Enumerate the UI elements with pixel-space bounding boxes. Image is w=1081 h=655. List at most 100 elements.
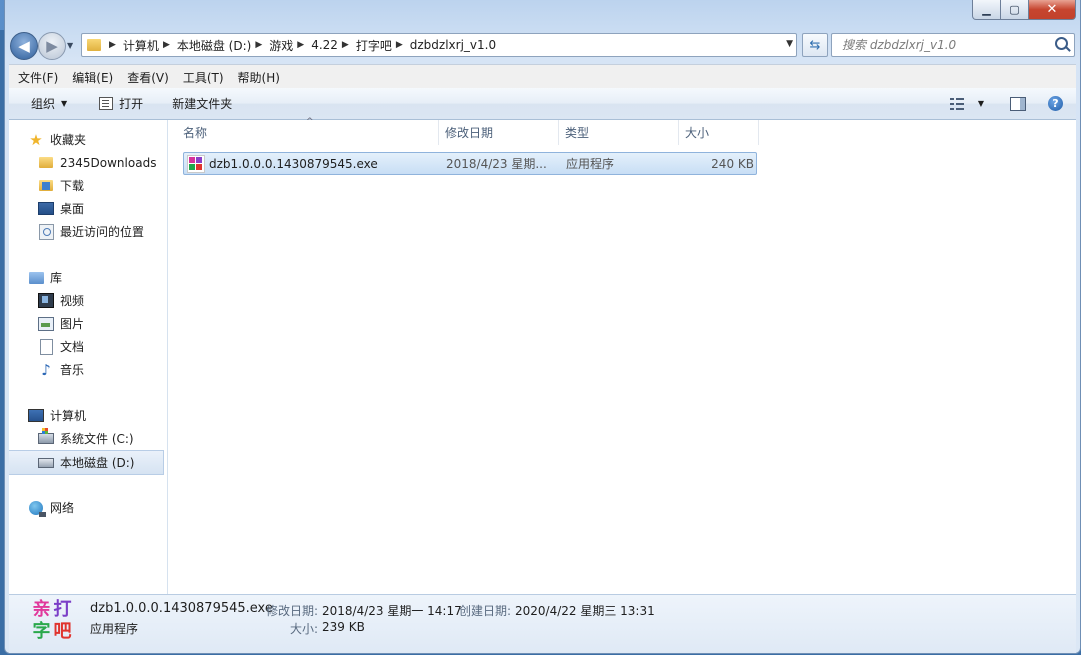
forward-arrow-icon: ▶ bbox=[46, 37, 58, 55]
details-size-value: 239 KB bbox=[322, 620, 365, 634]
nav-item-recent-places[interactable]: 最近访问的位置 bbox=[9, 220, 167, 243]
network-icon bbox=[28, 500, 46, 517]
details-modified-value[interactable]: 2018/4/23 星期一 14:17 bbox=[322, 602, 462, 619]
nav-item-drive-d[interactable]: 本地磁盘 (D:) bbox=[9, 450, 164, 475]
details-view-icon bbox=[949, 97, 964, 110]
column-headers: ^ 名称 修改日期 类型 大小 bbox=[168, 117, 759, 145]
breadcrumb-computer[interactable]: 计算机 ▶ bbox=[123, 37, 177, 54]
sort-ascending-icon: ^ bbox=[306, 117, 314, 127]
downloads-folder-icon bbox=[38, 178, 54, 194]
details-created-value[interactable]: 2020/4/22 星期三 13:31 bbox=[515, 602, 655, 619]
maximize-button[interactable]: ▢ bbox=[1001, 0, 1029, 20]
nav-computer[interactable]: 计算机 bbox=[9, 404, 167, 427]
menu-view[interactable]: 查看(V) bbox=[118, 69, 174, 86]
search-input[interactable] bbox=[840, 34, 1044, 56]
new-folder-label: 新建文件夹 bbox=[172, 97, 233, 111]
file-size-cell: 240 KB bbox=[711, 156, 754, 171]
recent-places-icon bbox=[38, 223, 54, 240]
nav-libraries[interactable]: 库 bbox=[9, 266, 167, 289]
music-icon: ♪ bbox=[41, 360, 51, 379]
chevron-right-icon[interactable]: ▶ bbox=[297, 40, 304, 50]
chevron-right-icon[interactable]: ▶ bbox=[163, 40, 170, 50]
chevron-right-icon[interactable]: ▶ bbox=[342, 40, 349, 50]
chevron-right-icon[interactable]: ▶ bbox=[396, 40, 403, 50]
help-icon[interactable]: ? bbox=[1048, 96, 1063, 111]
folder-icon bbox=[87, 39, 101, 51]
back-arrow-icon: ◀ bbox=[18, 37, 30, 55]
file-type-cell: 应用程序 bbox=[566, 157, 615, 171]
new-folder-button[interactable]: 新建文件夹 bbox=[172, 95, 232, 112]
explorer-window: ▁ ▢ ✕ ◀ ▶ ▼ ▶ 计算机 ▶ 本地磁盘 (D:) ▶ 游戏 ▶ 4.22 ▶ … bbox=[4, 0, 1081, 654]
open-label: 打开 bbox=[119, 97, 144, 111]
breadcrumb-current-folder[interactable]: dzbdzlxrj_v1.0 bbox=[410, 38, 496, 52]
chevron-right-icon[interactable]: ▶ bbox=[255, 40, 262, 50]
preview-pane-icon[interactable] bbox=[1010, 96, 1026, 111]
folder-icon bbox=[38, 155, 54, 171]
address-bar[interactable]: ▶ 计算机 ▶ 本地磁盘 (D:) ▶ 游戏 ▶ 4.22 ▶ 打字吧 ▶ dzbdzlx… bbox=[81, 33, 797, 57]
nav-item-pictures[interactable]: 图片 bbox=[9, 312, 167, 335]
file-modified-cell: 2018/4/23 星期... bbox=[446, 157, 547, 171]
refresh-button[interactable]: ⇆ bbox=[802, 33, 828, 57]
search-box bbox=[831, 33, 1075, 57]
address-history-dropdown[interactable]: ▼ bbox=[786, 39, 793, 49]
nav-item-2345downloads[interactable]: 2345Downloads bbox=[9, 151, 167, 174]
nav-item-music[interactable]: ♪ 音乐 bbox=[9, 358, 167, 381]
details-created-label: 创建日期: bbox=[459, 604, 512, 618]
breadcrumb-games[interactable]: 游戏 ▶ bbox=[269, 37, 311, 54]
recent-pages-dropdown[interactable]: ▼ bbox=[67, 41, 73, 50]
search-icon[interactable] bbox=[1055, 37, 1068, 50]
chevron-down-icon[interactable]: ▼ bbox=[978, 99, 984, 108]
column-header-name[interactable]: ^ 名称 bbox=[168, 117, 439, 145]
close-icon: ✕ bbox=[1046, 2, 1058, 17]
minimize-button[interactable]: ▁ bbox=[972, 0, 1001, 20]
back-button[interactable]: ◀ bbox=[10, 32, 38, 60]
menu-edit[interactable]: 编辑(E) bbox=[63, 69, 118, 86]
nav-item-documents[interactable]: 文档 bbox=[9, 335, 167, 358]
nav-item-drive-c[interactable]: 系统文件 (C:) bbox=[9, 427, 167, 450]
application-icon bbox=[187, 154, 205, 173]
video-icon bbox=[38, 293, 54, 309]
forward-button[interactable]: ▶ bbox=[38, 32, 66, 60]
computer-icon bbox=[28, 408, 44, 424]
breadcrumb-4-22[interactable]: 4.22 ▶ bbox=[311, 38, 356, 52]
star-icon: ★ bbox=[29, 130, 43, 149]
column-header-modified[interactable]: 修改日期 bbox=[439, 120, 559, 145]
app-logo-icon: 亲打 字吧 bbox=[32, 599, 72, 642]
file-list-pane: ^ 名称 修改日期 类型 大小 dzb1.0.0.0.1430879545.ex… bbox=[168, 117, 1076, 594]
change-view-button[interactable]: ▼ bbox=[949, 97, 984, 110]
open-button[interactable]: 打开 bbox=[99, 95, 143, 112]
details-size-label: 大小: bbox=[290, 622, 319, 636]
nav-network[interactable]: 网络 bbox=[9, 496, 167, 519]
organize-button[interactable]: 组织 ▼ bbox=[31, 95, 67, 112]
document-icon bbox=[38, 338, 54, 355]
navigation-pane: ★ 收藏夹 2345Downloads 下载 桌面 最近访问的位置 库 视频 图… bbox=[9, 120, 168, 594]
caption-buttons: ▁ ▢ ✕ bbox=[972, 0, 1076, 20]
details-modified-label: 修改日期: bbox=[266, 604, 319, 618]
system-drive-icon bbox=[38, 428, 54, 447]
file-name-cell: dzb1.0.0.0.1430879545.exe bbox=[184, 153, 440, 174]
menu-file[interactable]: 文件(F) bbox=[9, 69, 63, 86]
desktop-icon bbox=[38, 201, 54, 217]
menu-help[interactable]: 帮助(H) bbox=[229, 69, 285, 86]
breadcrumb-root-arrow[interactable]: ▶ bbox=[105, 40, 123, 50]
maximize-icon: ▢ bbox=[1009, 3, 1020, 16]
details-filetype: 应用程序 bbox=[90, 622, 139, 636]
column-header-type[interactable]: 类型 bbox=[559, 120, 679, 145]
menu-tools[interactable]: 工具(T) bbox=[174, 69, 229, 86]
organize-label: 组织 bbox=[31, 97, 56, 111]
file-row[interactable]: dzb1.0.0.0.1430879545.exe 2018/4/23 星期..… bbox=[183, 152, 757, 175]
command-bar: 组织 ▼ 打开 新建文件夹 ▼ ? bbox=[9, 88, 1076, 120]
close-button[interactable]: ✕ bbox=[1029, 0, 1076, 20]
open-icon bbox=[99, 97, 114, 110]
column-header-size[interactable]: 大小 bbox=[679, 120, 759, 145]
nav-item-downloads[interactable]: 下载 bbox=[9, 174, 167, 197]
nav-item-videos[interactable]: 视频 bbox=[9, 289, 167, 312]
details-pane: 亲打 字吧 dzb1.0.0.0.1430879545.exe 应用程序 修改日… bbox=[9, 594, 1076, 653]
favorites-group: ★ 收藏夹 2345Downloads 下载 桌面 最近访问的位置 bbox=[9, 128, 167, 243]
breadcrumb-drive-d[interactable]: 本地磁盘 (D:) ▶ bbox=[177, 37, 269, 54]
nav-favorites[interactable]: ★ 收藏夹 bbox=[9, 128, 167, 151]
view-controls: ▼ ? bbox=[949, 88, 1076, 119]
computer-group: 计算机 系统文件 (C:) 本地磁盘 (D:) bbox=[9, 404, 167, 475]
breadcrumb-dazi-ba[interactable]: 打字吧 ▶ bbox=[356, 37, 410, 54]
nav-item-desktop[interactable]: 桌面 bbox=[9, 197, 167, 220]
